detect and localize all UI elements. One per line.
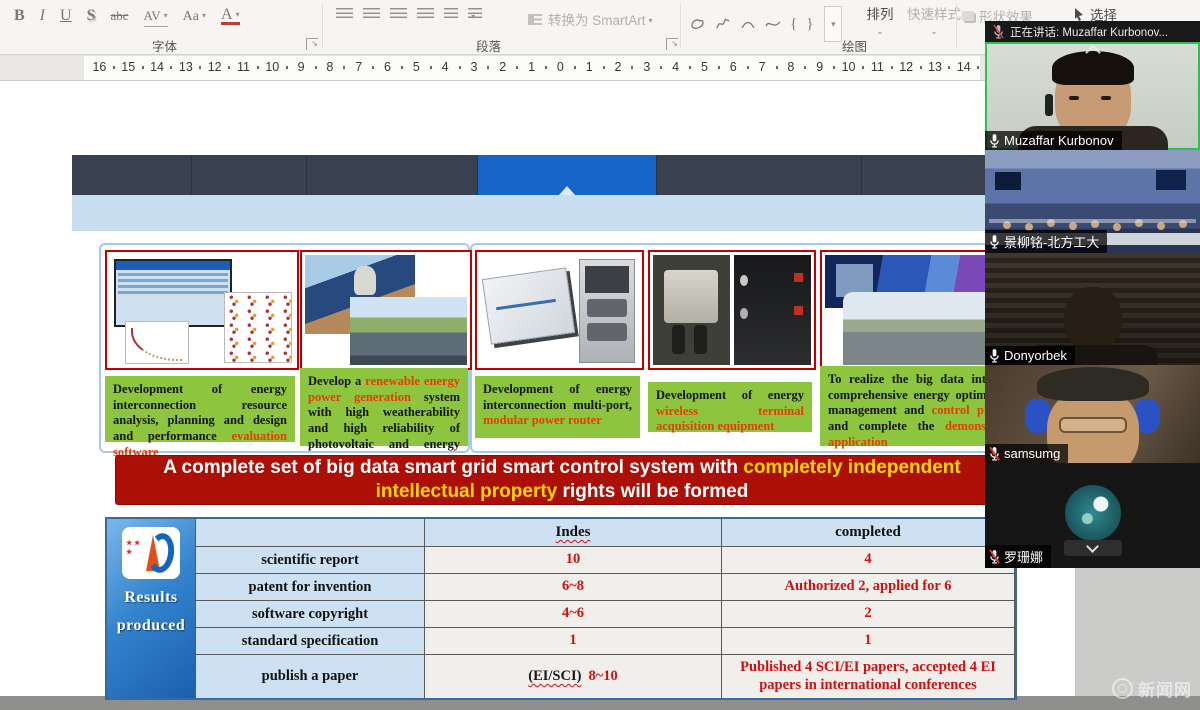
mic-icon <box>993 24 1004 39</box>
text-box-control-platform: To realize the big data intelli comprehe… <box>820 366 1010 446</box>
text-box-renewable-energy: Develop a renewable energy power generat… <box>300 368 468 446</box>
text-segment: Develop a <box>308 374 365 388</box>
text-segment: Development of energy <box>656 388 804 402</box>
text-box-power-router: Development of energy interconnection mu… <box>475 376 640 438</box>
results-table: ★ ★★ Results produced Indes completed sc… <box>105 517 1017 700</box>
banner-segment: A complete set of big data smart grid sm… <box>163 457 743 478</box>
mic-icon <box>989 133 1000 148</box>
text-box-wireless-terminal: Development of energy wireless terminal … <box>648 382 812 432</box>
slide-nav-segment <box>192 155 307 195</box>
results-produced-cell: ★ ★★ Results produced <box>107 519 195 698</box>
project-logo: ★ ★★ <box>122 527 180 579</box>
speaking-indicator-bar: 正在讲话: Muzaffar Kurbonov... <box>985 21 1200 42</box>
slide-nav-segment <box>862 155 985 195</box>
participant-tile-donyorbek[interactable]: Donyorbek <box>985 253 1200 365</box>
table-cell-index: 6~8 <box>425 574 721 600</box>
news-logo-icon <box>1112 678 1133 699</box>
table-cell-completed: 4 <box>722 547 1014 573</box>
text-segment: wireless terminal acquisition equipment <box>656 404 804 434</box>
collapse-strip-button[interactable] <box>1064 540 1122 556</box>
image-software-screenshots <box>105 250 299 370</box>
video-call-sidebar: 正在讲话: Muzaffar Kurbonov... Muzaffar Kurb… <box>985 21 1200 568</box>
table-header-index: Indes <box>425 519 721 546</box>
avatar <box>1065 485 1121 541</box>
participant-name-badge: 罗珊娜 <box>985 545 1051 568</box>
slide-nav-band <box>72 195 985 231</box>
image-power-router <box>475 250 644 370</box>
image-terminal-equipment <box>648 250 816 370</box>
participant-name-badge: Donyorbek <box>985 346 1075 365</box>
table-header-empty <box>196 519 424 546</box>
image-solar-panels <box>300 250 472 370</box>
mic-icon <box>989 234 1000 249</box>
news-watermark: 新闻网 <box>1112 676 1192 701</box>
table-cell-completed: Authorized 2, applied for 6 <box>722 574 1014 600</box>
table-cell-index: (EI/SCI)8~10 <box>425 655 721 698</box>
slide-nav-bar <box>72 155 985 195</box>
table-header-completed: completed <box>722 519 1014 546</box>
table-row-label: publish a paper <box>196 655 424 698</box>
table-row-label: standard specification <box>196 628 424 654</box>
table-row-label: scientific report <box>196 547 424 573</box>
slide-nav-segment <box>657 155 862 195</box>
participant-tile-muzaffar[interactable]: Muzaffar Kurbonov <box>985 42 1200 150</box>
text-segment: modular power router <box>483 413 602 427</box>
table-cell-index: 1 <box>425 628 721 654</box>
table-row-label: software copyright <box>196 601 424 627</box>
text-box-evaluation-software: Development of energy interconnection re… <box>105 376 295 442</box>
slide-nav-segment <box>478 155 657 195</box>
app-window: BIUSabcAVAaA 字体 ↘ 转换为 SmartArt 段落 ↘ <box>0 0 1200 710</box>
chevron-down-icon <box>1086 540 1099 553</box>
slide-nav-segment <box>307 155 478 195</box>
participant-tile-luoshanna[interactable]: 罗珊娜 <box>985 463 1200 568</box>
text-segment: Development of energy interconnection mu… <box>483 382 632 412</box>
table-cell-index: 10 <box>425 547 721 573</box>
table-cell-completed: 1 <box>722 628 1014 654</box>
mic-muted-icon <box>989 549 1000 564</box>
headline-banner: A complete set of big data smart grid sm… <box>115 455 1009 505</box>
table-cell-index: 4~6 <box>425 601 721 627</box>
table-cell-completed: 2 <box>722 601 1014 627</box>
table-row-label: patent for invention <box>196 574 424 600</box>
mic-icon <box>989 348 1000 363</box>
banner-segment: rights will be formed <box>557 481 748 502</box>
participant-tile-samsumg[interactable]: samsumg <box>985 365 1200 463</box>
mic-muted-icon <box>989 446 1000 461</box>
participant-name-badge: Muzaffar Kurbonov <box>985 131 1122 150</box>
text-segment: and complete the <box>828 419 945 433</box>
participant-name-badge: 景柳铭-北方工大 <box>985 230 1107 253</box>
table-cell-completed: Published 4 SCI/EI papers, accepted 4 EI… <box>722 655 1014 698</box>
slide-nav-segment <box>72 155 192 195</box>
participant-name-badge: samsumg <box>985 444 1068 463</box>
participant-tile-classroom[interactable]: 景柳铭-北方工大 <box>985 150 1200 253</box>
